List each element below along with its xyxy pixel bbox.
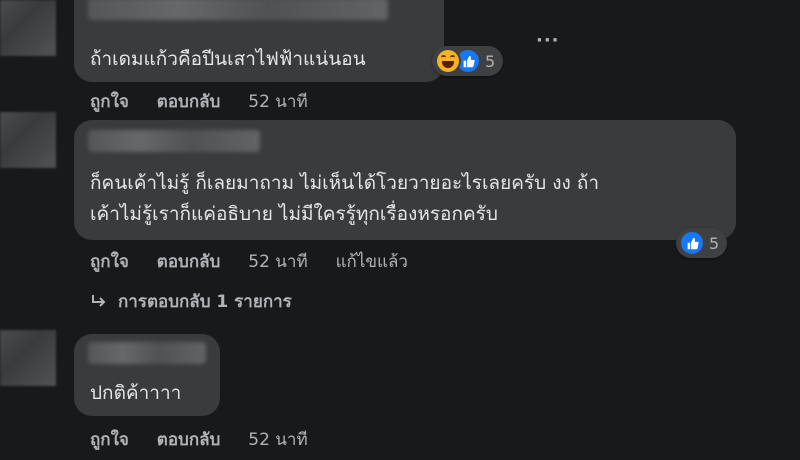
comment-text: ปกติค้าาาา xyxy=(90,382,182,404)
like-button[interactable]: ถูกใจ xyxy=(90,430,129,450)
timestamp[interactable]: 52 นาที xyxy=(248,252,307,272)
author-name[interactable] xyxy=(88,342,206,364)
timestamp[interactable]: 52 นาที xyxy=(248,92,307,112)
reaction-summary[interactable]: 5 xyxy=(432,46,504,76)
haha-icon xyxy=(435,48,461,74)
avatar[interactable] xyxy=(0,330,56,386)
comment-actions: ถูกใจ ตอบกลับ 52 นาที แก้ไขแล้ว xyxy=(90,248,430,275)
comment-actions: ถูกใจ ตอบกลับ 52 นาที xyxy=(90,426,330,453)
like-button[interactable]: ถูกใจ xyxy=(90,92,129,112)
reply-button[interactable]: ตอบกลับ xyxy=(157,430,221,450)
like-icon xyxy=(679,230,705,256)
timestamp[interactable]: 52 นาที xyxy=(248,430,307,450)
reply-button[interactable]: ตอบกลับ xyxy=(157,252,221,272)
more-options-icon[interactable]: ··· xyxy=(536,30,560,51)
avatar[interactable] xyxy=(0,0,56,56)
comment-actions: ถูกใจ ตอบกลับ 52 นาที xyxy=(90,88,330,115)
reaction-count: 5 xyxy=(485,51,496,71)
edited-label[interactable]: แก้ไขแล้ว xyxy=(336,252,408,272)
author-name[interactable] xyxy=(88,130,260,152)
replies-count-label[interactable]: การตอบกลับ 1 รายการ xyxy=(118,288,292,315)
comment-text: ถ้าเดมแก้วคือปีนเสาไฟฟ้าแน่นอน xyxy=(90,48,366,70)
comment-text-line: ก็คนเค้าไม่รู้ ก็เลยมาถาม ไม่เห็นได้โวยว… xyxy=(90,172,599,194)
author-name[interactable] xyxy=(88,0,388,20)
reaction-count: 5 xyxy=(709,233,720,253)
reply-button[interactable]: ตอบกลับ xyxy=(157,92,221,112)
reply-arrow-icon xyxy=(92,294,106,307)
like-button[interactable]: ถูกใจ xyxy=(90,252,129,272)
reaction-summary[interactable]: 5 xyxy=(676,228,728,258)
comment-text: ก็คนเค้าไม่รู้ ก็เลยมาถาม ไม่เห็นได้โวยว… xyxy=(90,168,599,230)
comment-text-line: เค้าไม่รู้เราก็แค่อธิบาย ไม่มีใครรู้ทุกเ… xyxy=(90,203,498,225)
view-replies-link[interactable]: การตอบกลับ 1 รายการ xyxy=(90,288,292,315)
avatar[interactable] xyxy=(0,112,56,168)
